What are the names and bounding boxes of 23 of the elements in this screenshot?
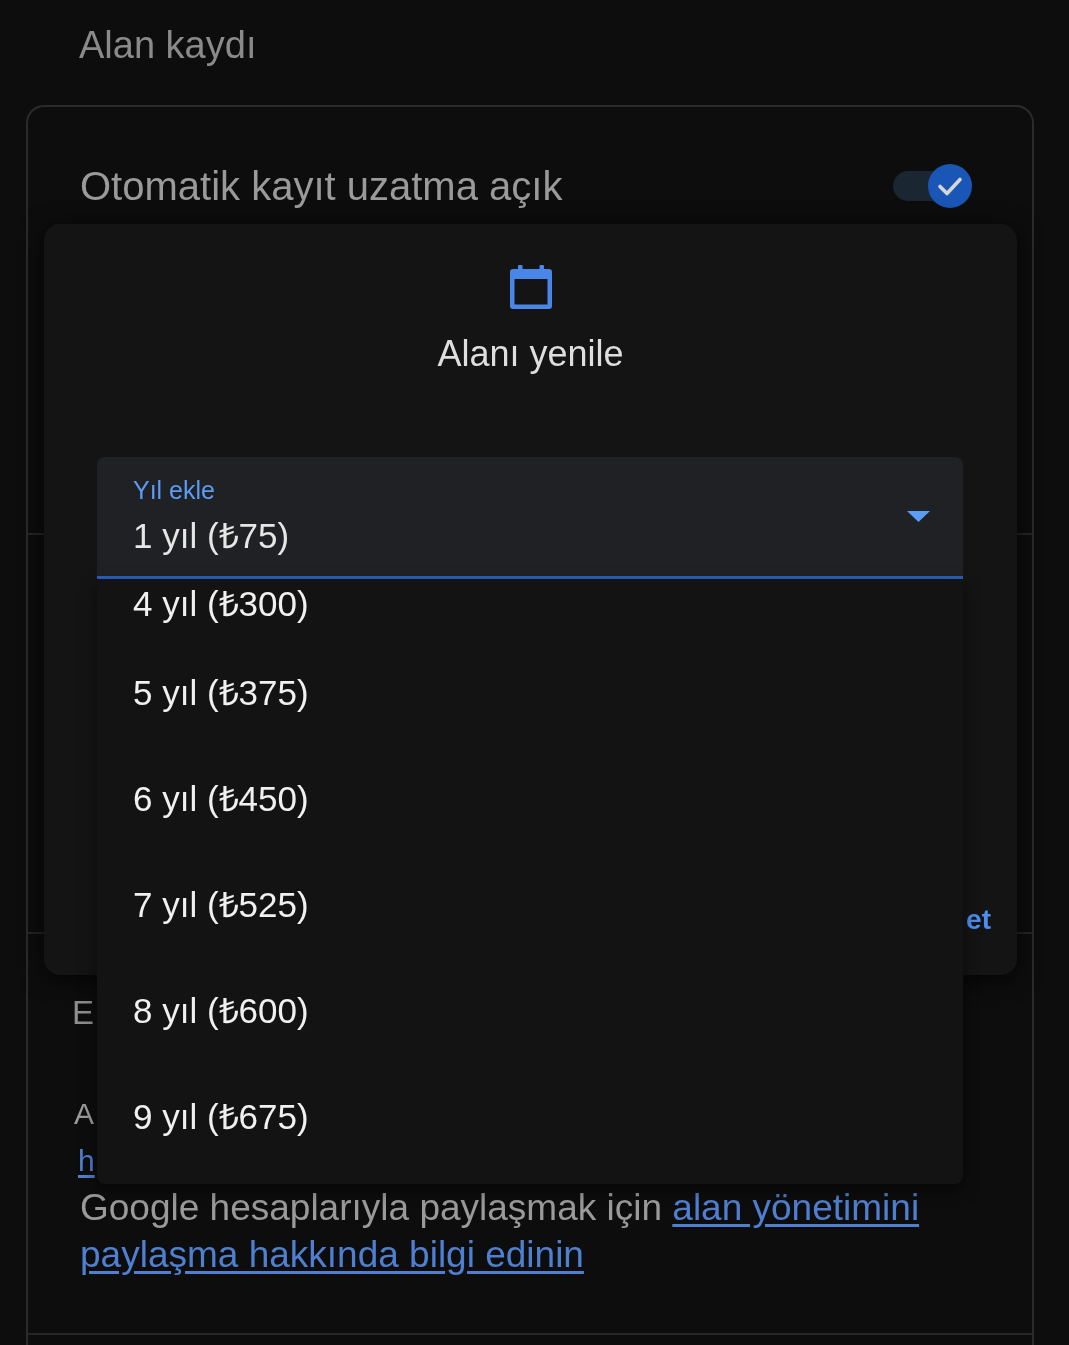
link[interactable]: alan yönetimini	[672, 1187, 920, 1228]
selected-value: 1 yıl (₺75)	[133, 515, 290, 557]
page-title: Alan kaydı	[79, 23, 257, 65]
link[interactable]: paylaşma hakkında bilgi edinin	[80, 1234, 584, 1275]
link[interactable]: h	[78, 1144, 95, 1177]
year-dropdown[interactable]: Yıl ekle 1 yıl (₺75)	[97, 457, 963, 579]
setting-label: Otomatik kayıt uzatma açık	[80, 163, 563, 210]
menu-option[interactable]: 5 yıl (₺375)	[97, 638, 963, 744]
menu-option[interactable]: 8 yıl (₺600)	[97, 956, 963, 1062]
toggle-switch[interactable]	[893, 164, 972, 208]
paragraph-text: Google hesaplarıyla paylaşmak için alan yönetimini paylaşma hakkında bilgi edinin	[80, 1186, 921, 1277]
menu-option[interactable]: 7 yıl (₺525)	[97, 850, 963, 956]
dialog-title: Alanı yenile	[437, 334, 624, 374]
calendar-icon	[509, 265, 552, 309]
field-label: Yıl ekle	[133, 475, 215, 505]
check-icon	[928, 164, 972, 208]
section-heading: E	[72, 993, 94, 1033]
paragraph-text: A	[74, 1096, 94, 1132]
menu-option[interactable]: 9 yıl (₺675)	[97, 1062, 963, 1168]
dialog-button[interactable]: et	[962, 897, 995, 943]
caret-icon	[907, 511, 930, 522]
menu-option[interactable]: 4 yıl (₺300)	[97, 579, 963, 625]
menu-option[interactable]: 6 yıl (₺450)	[97, 744, 963, 850]
